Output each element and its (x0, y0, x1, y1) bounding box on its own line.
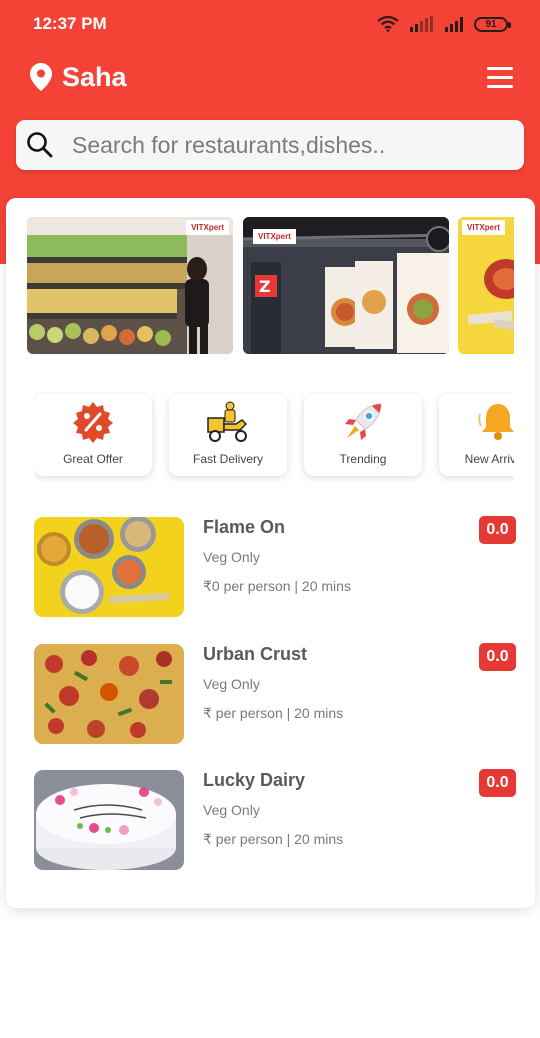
rocket-icon (345, 403, 382, 440)
status-icons: 91 (376, 14, 511, 34)
restaurant-card-urban-crust[interactable]: Urban Crust Veg Only ₹ per person | 20 m… (34, 643, 524, 744)
restaurant-image (34, 644, 184, 744)
status-bar: 12:37 PM 91 (0, 0, 540, 50)
category-trending[interactable]: Trending (304, 394, 422, 476)
birthday-cake-image (34, 770, 184, 870)
restaurant-name: Lucky Dairy (203, 770, 306, 790)
banner-offers[interactable]: VITXpert (458, 217, 514, 354)
wifi-icon (377, 16, 399, 32)
banner-tag: VITXpert (253, 229, 296, 244)
restaurant-image (34, 770, 184, 870)
bell-icon (478, 404, 514, 440)
search-input[interactable] (72, 128, 512, 162)
search-icon (27, 132, 53, 158)
restaurant-card-lucky-dairy[interactable]: Lucky Dairy Veg Only ₹ per person | 20 m… (34, 769, 524, 870)
category-label: Fast Delivery (192, 452, 263, 466)
category-great-offer[interactable]: Great Offer (34, 394, 152, 476)
category-new-arrivals[interactable]: New Arrivals (439, 394, 514, 476)
rating-badge: 0.0 (479, 643, 516, 671)
delivery-scooter-icon (207, 401, 248, 442)
signal-icon (410, 16, 433, 32)
pizza-image (34, 644, 184, 744)
rating-badge: 0.0 (479, 516, 516, 544)
banner-carousel[interactable]: VITXpert Z VITXpert VITXpert (27, 217, 514, 354)
restaurant-name: Urban Crust (203, 644, 308, 664)
banner-grocery[interactable]: VITXpert (27, 217, 233, 354)
category-carousel[interactable]: Great Offer Fast Delivery Trending New A… (34, 392, 514, 482)
search-bar[interactable] (16, 120, 524, 170)
restaurant-name: Flame On (203, 517, 286, 537)
location-name[interactable]: Saha (62, 62, 127, 93)
restaurant-meta: ₹0 per person | 20 mins (203, 578, 351, 594)
rating-badge: 0.0 (479, 769, 516, 797)
food-offer-image (458, 217, 514, 354)
restaurant-type: Veg Only (203, 549, 260, 565)
category-fast-delivery[interactable]: Fast Delivery (169, 394, 287, 476)
restaurant-type: Veg Only (203, 676, 260, 692)
category-label: New Arrivals (464, 452, 514, 466)
restaurant-card-flame-on[interactable]: Flame On Veg Only ₹0 per person | 20 min… (34, 516, 524, 617)
grocery-aisle-image (27, 217, 233, 354)
category-label: Trending (339, 452, 387, 466)
restaurant-meta: ₹ per person | 20 mins (203, 705, 344, 721)
location-pin-icon[interactable] (30, 63, 52, 91)
banner-tag: VITXpert (186, 220, 229, 235)
thali-food-image (34, 517, 184, 617)
hamburger-menu-icon[interactable] (487, 67, 517, 91)
signal-icon-2 (445, 17, 463, 32)
discount-badge-icon (73, 402, 113, 443)
banner-restaurant[interactable]: Z VITXpert (243, 217, 449, 354)
main-content-card: VITXpert Z VITXpert VITXpert Great Offer… (6, 198, 535, 908)
battery-indicator: 91 (474, 16, 511, 32)
restaurant-meta: ₹ per person | 20 mins (203, 831, 344, 847)
restaurant-image (34, 517, 184, 617)
category-label: Great Offer (63, 452, 123, 466)
banner-tag: VITXpert (462, 220, 505, 235)
status-time: 12:37 PM (33, 14, 107, 33)
restaurant-type: Veg Only (203, 802, 260, 818)
svg-text:Z: Z (259, 277, 271, 296)
